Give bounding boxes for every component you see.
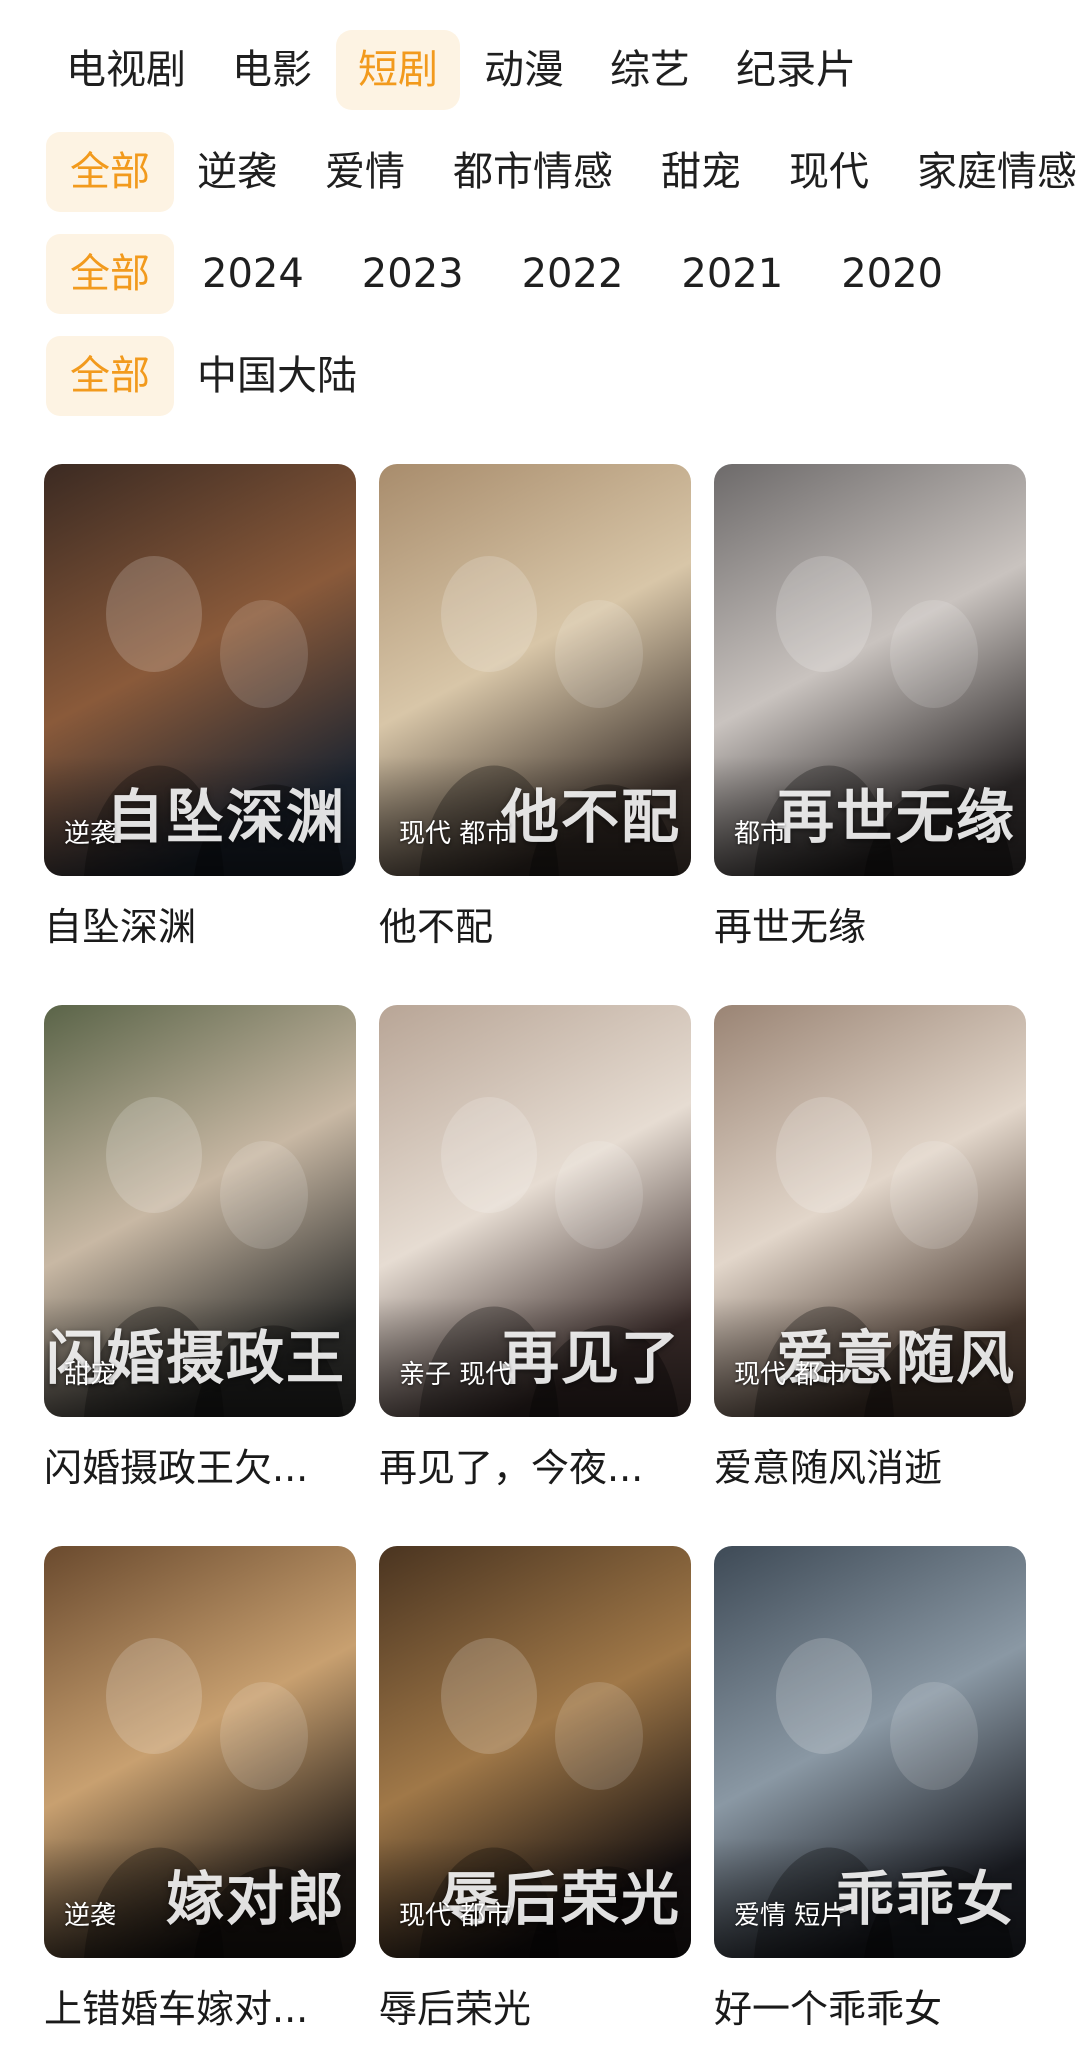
- poster-image[interactable]: 自坠深渊 逆袭: [44, 464, 356, 876]
- tab-short-drama[interactable]: 短剧: [336, 30, 460, 110]
- poster-tags: 爱情 短片: [734, 1901, 847, 1931]
- year-filter-2024[interactable]: 2024: [174, 234, 332, 314]
- tab-variety[interactable]: 综艺: [588, 30, 712, 110]
- poster-image[interactable]: 爱意随风 现代 都市: [714, 1005, 1026, 1417]
- year-filter-2020[interactable]: 2020: [813, 234, 971, 314]
- genre-filter-urban-emotion[interactable]: 都市情感: [430, 132, 636, 212]
- tab-tv-series[interactable]: 电视剧: [44, 30, 208, 110]
- poster-image[interactable]: 他不配 现代 都市: [379, 464, 691, 876]
- poster-tags: 现代 都市: [399, 819, 512, 849]
- genre-filter-romance[interactable]: 爱情: [302, 132, 428, 212]
- poster-image[interactable]: 再世无缘 都市: [714, 464, 1026, 876]
- drama-card[interactable]: 辱后荣光 现代 都市 辱后荣光: [379, 1546, 691, 2065]
- category-tabs: 电视剧 电影 短剧 动漫 综艺 纪录片: [44, 30, 880, 110]
- region-filter-row: 全部 中国大陆: [46, 336, 382, 416]
- year-filter-row: 全部 2024 2023 2022 2021 2020: [46, 234, 973, 314]
- drama-title[interactable]: 上错婚车嫁对...: [44, 1984, 356, 2034]
- drama-grid: 自坠深渊 逆袭 自坠深渊 他不配 现代 都市 他不配 再世无缘 都市 再世无缘 …: [44, 464, 1044, 2065]
- genre-filter-all[interactable]: 全部: [46, 132, 174, 212]
- drama-title[interactable]: 爱意随风消逝: [714, 1443, 1026, 1493]
- poster-image[interactable]: 嫁对郎 逆袭: [44, 1546, 356, 1958]
- poster-image[interactable]: 辱后荣光 现代 都市: [379, 1546, 691, 1958]
- poster-image[interactable]: 闪婚摄政王 甜宠: [44, 1005, 356, 1417]
- tab-documentary[interactable]: 纪录片: [714, 30, 878, 110]
- poster-image[interactable]: 乖乖女 爱情 短片: [714, 1546, 1026, 1958]
- genre-filter-comeback[interactable]: 逆袭: [174, 132, 300, 212]
- tab-movies[interactable]: 电影: [210, 30, 334, 110]
- year-filter-2023[interactable]: 2023: [334, 234, 492, 314]
- genre-filter-modern[interactable]: 现代: [766, 132, 892, 212]
- drama-card[interactable]: 他不配 现代 都市 他不配: [379, 464, 691, 1005]
- poster-tags: 现代 都市: [734, 1360, 847, 1390]
- poster-tags: 甜宠: [64, 1360, 117, 1390]
- year-filter-2022[interactable]: 2022: [494, 234, 652, 314]
- poster-tags: 亲子 现代: [399, 1360, 512, 1390]
- poster-tags: 逆袭: [64, 819, 117, 849]
- tab-anime[interactable]: 动漫: [462, 30, 586, 110]
- drama-title[interactable]: 再世无缘: [714, 902, 1026, 952]
- drama-card[interactable]: 再见了 亲子 现代 再见了，今夜...: [379, 1005, 691, 1546]
- drama-card[interactable]: 再世无缘 都市 再世无缘: [714, 464, 1026, 1005]
- drama-card[interactable]: 自坠深渊 逆袭 自坠深渊: [44, 464, 356, 1005]
- drama-title[interactable]: 闪婚摄政王欠...: [44, 1443, 356, 1493]
- drama-title[interactable]: 他不配: [379, 902, 691, 952]
- short-drama-page: 电视剧 电影 短剧 动漫 综艺 纪录片 全部 逆袭 爱情 都市情感 甜宠 现代 …: [0, 0, 1080, 2065]
- drama-card[interactable]: 乖乖女 爱情 短片 好一个乖乖女: [714, 1546, 1026, 2065]
- drama-title[interactable]: 再见了，今夜...: [379, 1443, 691, 1493]
- drama-card[interactable]: 爱意随风 现代 都市 爱意随风消逝: [714, 1005, 1026, 1546]
- genre-filter-row: 全部 逆袭 爱情 都市情感 甜宠 现代 家庭情感: [46, 132, 1080, 212]
- drama-card[interactable]: 嫁对郎 逆袭 上错婚车嫁对...: [44, 1546, 356, 2065]
- poster-tags: 都市: [734, 819, 787, 849]
- year-filter-all[interactable]: 全部: [46, 234, 174, 314]
- drama-title[interactable]: 辱后荣光: [379, 1984, 691, 2034]
- poster-tags: 现代 都市: [399, 1901, 512, 1931]
- genre-filter-family[interactable]: 家庭情感: [894, 132, 1080, 212]
- drama-title[interactable]: 好一个乖乖女: [714, 1984, 1026, 2034]
- drama-title[interactable]: 自坠深渊: [44, 902, 356, 952]
- poster-tags: 逆袭: [64, 1901, 117, 1931]
- year-filter-2021[interactable]: 2021: [653, 234, 811, 314]
- region-filter-all[interactable]: 全部: [46, 336, 174, 416]
- region-filter-mainland-china[interactable]: 中国大陆: [174, 336, 380, 416]
- genre-filter-sweet[interactable]: 甜宠: [638, 132, 764, 212]
- drama-card[interactable]: 闪婚摄政王 甜宠 闪婚摄政王欠...: [44, 1005, 356, 1546]
- poster-image[interactable]: 再见了 亲子 现代: [379, 1005, 691, 1417]
